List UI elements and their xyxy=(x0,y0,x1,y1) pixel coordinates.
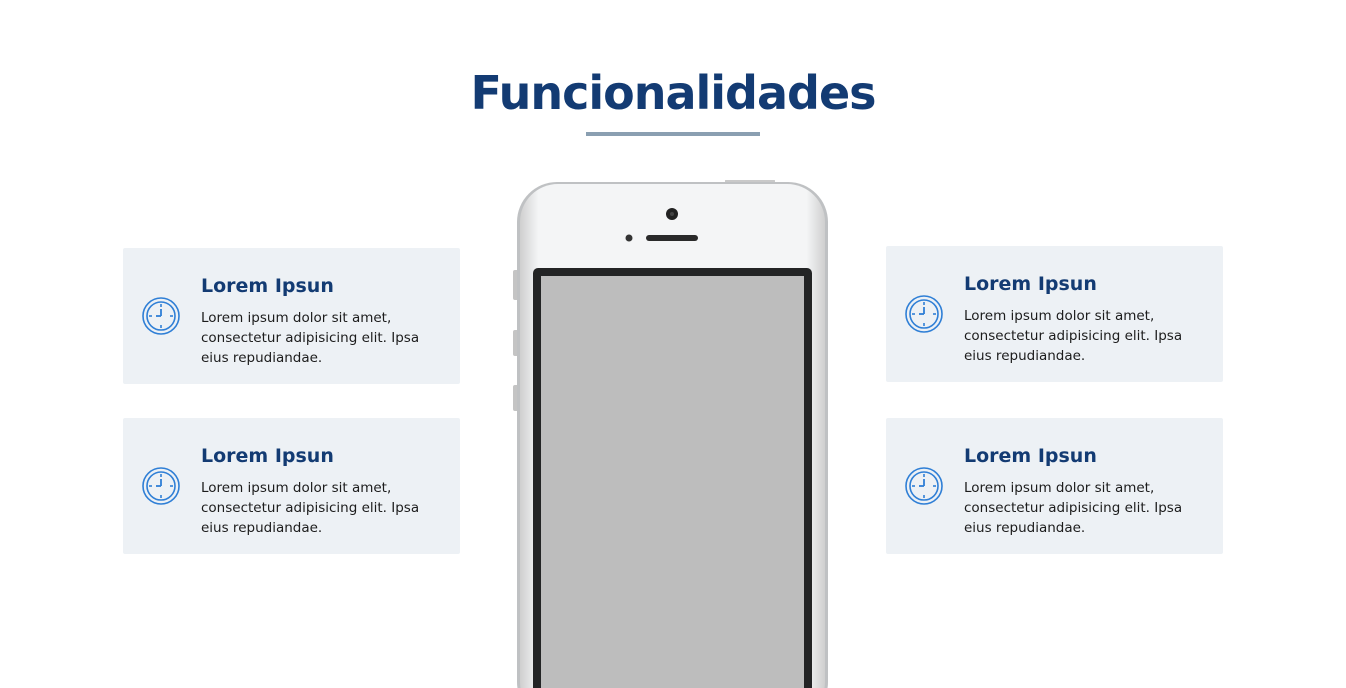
feature-description: Lorem ipsum dolor sit amet, consectetur … xyxy=(964,480,1183,536)
feature-card: Lorem Ipsun Lorem ipsum dolor sit amet, … xyxy=(886,418,1223,554)
feature-title: Lorem Ipsun xyxy=(964,273,1097,295)
feature-card: Lorem Ipsun Lorem ipsum dolor sit amet, … xyxy=(123,248,460,384)
feature-title: Lorem Ipsun xyxy=(964,445,1097,467)
feature-title: Lorem Ipsun xyxy=(201,445,334,467)
phone-mockup xyxy=(512,179,832,688)
clock-icon xyxy=(904,466,944,506)
clock-icon xyxy=(141,466,181,506)
feature-description: Lorem ipsum dolor sit amet, consectetur … xyxy=(201,480,420,536)
section-title: Funcionalidades xyxy=(470,66,876,120)
feature-description: Lorem ipsum dolor sit amet, consectetur … xyxy=(201,310,420,366)
clock-icon xyxy=(141,296,181,336)
feature-title: Lorem Ipsun xyxy=(201,275,334,297)
feature-card: Lorem Ipsun Lorem ipsum dolor sit amet, … xyxy=(886,246,1223,382)
clock-icon xyxy=(904,294,944,334)
feature-description: Lorem ipsum dolor sit amet, consectetur … xyxy=(964,308,1183,364)
features-section: Funcionalidades Lorem Ipsun Lorem ipsum … xyxy=(0,0,1346,688)
feature-card: Lorem Ipsun Lorem ipsum dolor sit amet, … xyxy=(123,418,460,554)
title-underline xyxy=(586,132,760,136)
